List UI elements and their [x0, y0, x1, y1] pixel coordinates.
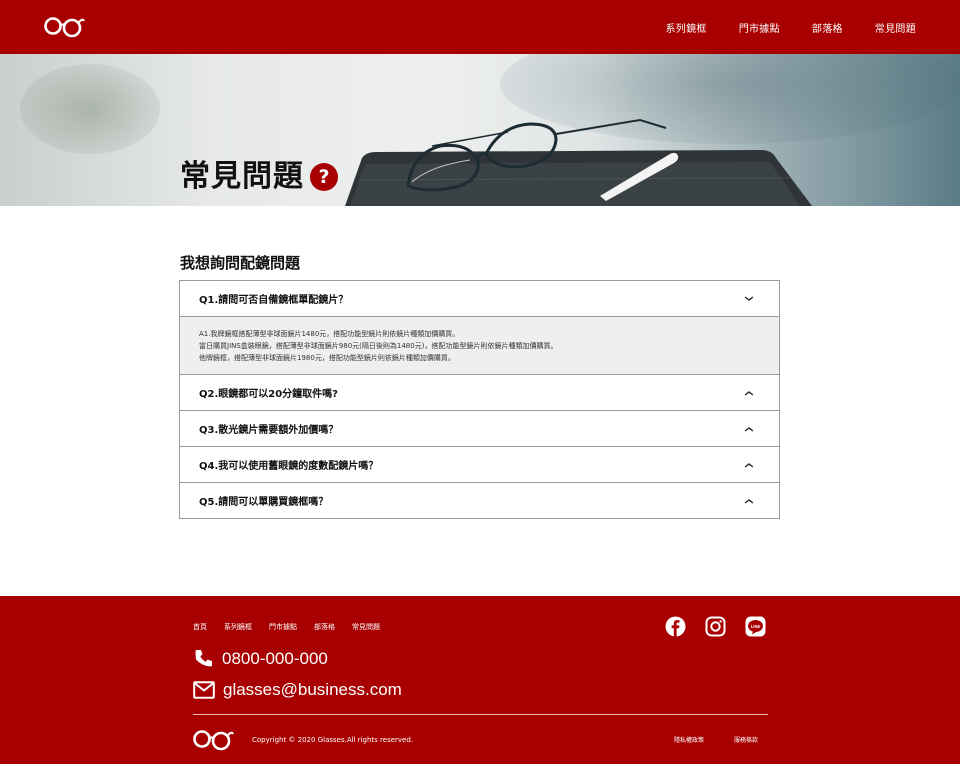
instagram-icon[interactable]	[705, 616, 726, 637]
line-icon[interactable]: LINE	[745, 616, 766, 637]
chevron-up-icon	[744, 462, 754, 468]
nav-link-blog[interactable]: 部落格	[812, 20, 843, 35]
faq-answer-line: 他牌鏡框，搭配薄型非球面鏡片1980元，搭配功能型鏡片則依鏡片種類加價購買。	[199, 354, 455, 362]
chevron-up-icon	[744, 426, 754, 432]
faq-answer-line: 當日購買JINS盒裝眼鏡，搭配薄型非球面鏡片980元(隔日後則為1480元)，搭…	[199, 342, 558, 350]
mail-icon	[193, 681, 215, 699]
hero-title-group: 常見問題 ?	[180, 162, 338, 192]
page-title: 常見問題	[180, 159, 304, 194]
faq-question-text: Q5.請問可以單購買鏡框嗎？	[199, 497, 329, 508]
faq-question-2[interactable]: Q2.眼鏡都可以20分鐘取件嗎?	[180, 375, 779, 411]
chevron-up-icon	[744, 498, 754, 504]
footer-phone[interactable]: 0800-000-000	[193, 648, 328, 669]
faq-section-title: 我想詢問配鏡問題	[180, 254, 301, 272]
faq-answer-1: A1.我牌鏡框搭配薄型非球面鏡片1480元，搭配功能型鏡片則依鏡片種類加價購買。…	[180, 317, 779, 375]
top-navbar: 系列鏡框 門市據點 部落格 常見問題	[0, 0, 960, 54]
site-footer: 首頁 系列鏡框 門市據點 部落格 常見問題 LINE 0800-000-000 …	[0, 596, 960, 764]
footer-link-blog[interactable]: 部落格	[314, 622, 335, 632]
nav-link-stores[interactable]: 門市據點	[739, 20, 780, 35]
footer-link-series[interactable]: 系列鏡框	[224, 622, 252, 632]
faq-question-text: Q1.請問可否自備鏡框單配鏡片？	[199, 295, 349, 306]
legal-links: 隱私權政策 服務條款	[674, 735, 758, 744]
faq-question-5[interactable]: Q5.請問可以單購買鏡框嗎？	[180, 483, 779, 519]
phone-icon	[195, 650, 212, 667]
faq-question-3[interactable]: Q3.散光鏡片需要額外加價嗎？	[180, 411, 779, 447]
hero-banner: 常見問題 ?	[0, 54, 960, 206]
footer-link-home[interactable]: 首頁	[193, 622, 207, 632]
copyright-text: Copyright © 2020 Glasses.All rights rese…	[252, 736, 414, 744]
social-links: LINE	[665, 616, 766, 637]
email-address: glasses@business.com	[223, 680, 402, 699]
faq-question-4[interactable]: Q4.我可以使用舊眼鏡的度數配鏡片嗎？	[180, 447, 779, 483]
chevron-down-icon	[744, 295, 754, 301]
footer-link-stores[interactable]: 門市據點	[269, 622, 297, 632]
phone-number: 0800-000-000	[222, 648, 328, 668]
footer-nav: 首頁 系列鏡框 門市據點 部落格 常見問題	[193, 622, 380, 632]
nav-link-faq[interactable]: 常見問題	[875, 20, 916, 35]
svg-text:LINE: LINE	[751, 624, 761, 629]
faq-question-1[interactable]: Q1.請問可否自備鏡框單配鏡片？	[180, 281, 779, 317]
faq-accordion: Q1.請問可否自備鏡框單配鏡片？ A1.我牌鏡框搭配薄型非球面鏡片1480元，搭…	[179, 280, 780, 519]
footer-email[interactable]: glasses@business.com	[193, 680, 402, 700]
main-nav: 系列鏡框 門市據點 部落格 常見問題	[665, 0, 916, 54]
faq-question-text: Q3.散光鏡片需要額外加價嗎？	[199, 425, 339, 436]
glasses-logo-icon[interactable]	[43, 14, 85, 40]
hero-glasses-illustration	[345, 118, 812, 206]
chevron-up-icon	[744, 390, 754, 396]
privacy-policy-link[interactable]: 隱私權政策	[674, 735, 704, 744]
footer-link-faq[interactable]: 常見問題	[352, 622, 380, 632]
question-mark-icon: ?	[310, 163, 338, 191]
faq-question-text: Q2.眼鏡都可以20分鐘取件嗎?	[199, 389, 338, 400]
faq-answer-line: A1.我牌鏡框搭配薄型非球面鏡片1480元，搭配功能型鏡片則依鏡片種類加價購買。	[199, 330, 460, 338]
glasses-logo-icon[interactable]	[192, 727, 234, 753]
nav-link-series[interactable]: 系列鏡框	[665, 20, 706, 35]
facebook-icon[interactable]	[665, 616, 686, 637]
terms-of-service-link[interactable]: 服務條款	[734, 735, 758, 744]
footer-divider	[193, 714, 768, 715]
faq-question-text: Q4.我可以使用舊眼鏡的度數配鏡片嗎？	[199, 461, 379, 472]
